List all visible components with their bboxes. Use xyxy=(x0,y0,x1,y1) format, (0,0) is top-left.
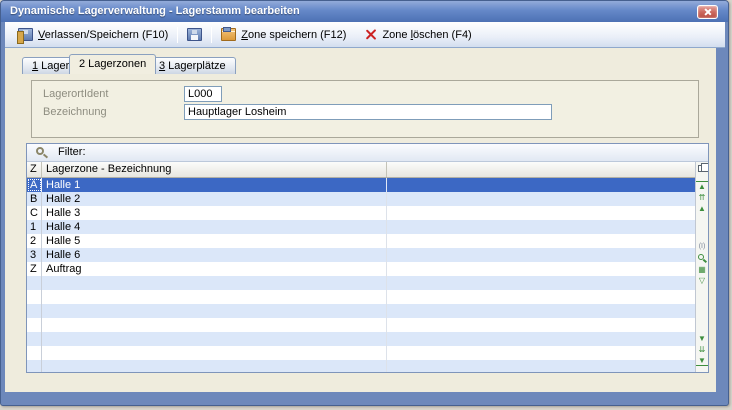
cell-zone-code: A xyxy=(27,178,42,192)
table-row[interactable]: 2 Halle 5 xyxy=(27,234,695,248)
cell-zone-name: Halle 6 xyxy=(42,248,387,262)
cell-empty xyxy=(387,234,695,248)
next-page-icon[interactable]: ⇊ xyxy=(696,345,708,354)
cell-zone-code: Z xyxy=(27,262,42,276)
next-record-icon[interactable]: ▼ xyxy=(696,334,708,343)
bezeichnung-label: Bezeichnung xyxy=(43,106,107,118)
tab-lagerzonen[interactable]: 2 Lagerzonen xyxy=(69,54,156,74)
lagerort-groupbox: LagerortIdent Bezeichnung xyxy=(31,80,699,138)
search-grid-icon[interactable] xyxy=(698,254,704,260)
cell-empty xyxy=(387,262,695,276)
tab-lagerplaetze[interactable]: 3 Lagerplätze xyxy=(149,57,236,74)
toolbar-separator xyxy=(211,27,212,43)
grid-navigator: ▲ ⇈ ▲ (I) ▦ ▽ ▼ ⇊ ▼ xyxy=(695,162,708,372)
cell-zone-code: 2 xyxy=(27,234,42,248)
empty-row[interactable] xyxy=(27,346,695,360)
filter-label: Filter: xyxy=(58,144,86,161)
zone-loeschen-button[interactable]: Zone löschen (F4) xyxy=(359,26,476,43)
empty-row[interactable] xyxy=(27,276,695,290)
column-header-zone[interactable]: Z xyxy=(27,162,42,177)
table-row[interactable]: A Halle 1 xyxy=(27,178,695,192)
grid-header: Z Lagerzone - Bezeichnung xyxy=(27,162,695,178)
search-icon xyxy=(36,147,44,155)
cell-zone-name: Halle 1 xyxy=(42,178,387,192)
table-row[interactable]: B Halle 2 xyxy=(27,192,695,206)
column-header-name[interactable]: Lagerzone - Bezeichnung xyxy=(42,162,387,177)
title-bar[interactable]: Dynamische Lagerverwaltung - Lagerstamm … xyxy=(1,1,728,22)
cell-zone-code: 1 xyxy=(27,220,42,234)
cell-zone-code: C xyxy=(27,206,42,220)
toolbar-separator xyxy=(177,27,178,43)
cell-empty xyxy=(387,220,695,234)
copy-icon[interactable] xyxy=(698,165,705,172)
bezeichnung-field[interactable] xyxy=(184,104,552,120)
cell-empty xyxy=(387,178,695,192)
save-icon xyxy=(187,28,202,41)
filter-bar[interactable]: Filter: xyxy=(27,144,708,162)
column-header-empty xyxy=(387,162,695,177)
zone-speichern-label: Zone speichern (F12) xyxy=(241,29,346,41)
grid-body: A Halle 1 B Halle 2 C Halle 3 1 Halle 4 xyxy=(27,178,695,372)
lagerortident-field[interactable] xyxy=(184,86,222,102)
empty-row[interactable] xyxy=(27,332,695,346)
table-row[interactable]: Z Auftrag xyxy=(27,262,695,276)
table-row[interactable]: 3 Halle 6 xyxy=(27,248,695,262)
table-row[interactable]: 1 Halle 4 xyxy=(27,220,695,234)
toolbar: Verlassen/Speichern (F10) Zone speichern… xyxy=(5,22,725,48)
cell-zone-name: Halle 4 xyxy=(42,220,387,234)
close-button[interactable] xyxy=(697,5,718,19)
window-title: Dynamische Lagerverwaltung - Lagerstamm … xyxy=(10,5,300,17)
filter-funnel-icon[interactable]: ▽ xyxy=(696,276,708,285)
lagerzonen-grid: Filter: Z Lagerzone - Bezeichnung A Hall… xyxy=(26,143,709,373)
save-button[interactable] xyxy=(182,26,207,43)
cell-zone-name: Halle 5 xyxy=(42,234,387,248)
delete-x-icon xyxy=(364,28,377,41)
first-record-icon[interactable]: ▲ xyxy=(696,181,708,191)
zone-loeschen-label: Zone löschen (F4) xyxy=(382,29,471,41)
table-row[interactable]: C Halle 3 xyxy=(27,206,695,220)
exit-save-icon xyxy=(18,28,33,41)
verlassen-speichern-label: Verlassen/Speichern (F10) xyxy=(38,29,168,41)
zone-save-icon xyxy=(221,28,236,41)
zone-speichern-button[interactable]: Zone speichern (F12) xyxy=(216,26,351,43)
cell-zone-name: Halle 3 xyxy=(42,206,387,220)
cell-zone-code: B xyxy=(27,192,42,206)
prior-record-icon[interactable]: ▲ xyxy=(696,204,708,213)
empty-row[interactable] xyxy=(27,304,695,318)
cell-empty xyxy=(387,206,695,220)
cell-zone-code: 3 xyxy=(27,248,42,262)
empty-row[interactable] xyxy=(27,318,695,332)
cell-zone-name: Auftrag xyxy=(42,262,387,276)
screen: Dynamische Lagerverwaltung - Lagerstamm … xyxy=(0,0,732,410)
app-window: Dynamische Lagerverwaltung - Lagerstamm … xyxy=(0,0,729,406)
lagerortident-label: LagerortIdent xyxy=(43,88,108,100)
empty-row[interactable] xyxy=(27,290,695,304)
summary-icon[interactable]: ▦ xyxy=(696,265,708,274)
verlassen-speichern-button[interactable]: Verlassen/Speichern (F10) xyxy=(13,26,173,43)
cell-empty xyxy=(387,192,695,206)
last-record-icon[interactable]: ▼ xyxy=(696,356,708,366)
prior-page-icon[interactable]: ⇈ xyxy=(696,193,708,202)
cell-empty xyxy=(387,248,695,262)
close-icon xyxy=(704,8,712,16)
group-icon[interactable]: (I) xyxy=(696,242,708,251)
empty-row[interactable] xyxy=(27,360,695,373)
cell-zone-name: Halle 2 xyxy=(42,192,387,206)
